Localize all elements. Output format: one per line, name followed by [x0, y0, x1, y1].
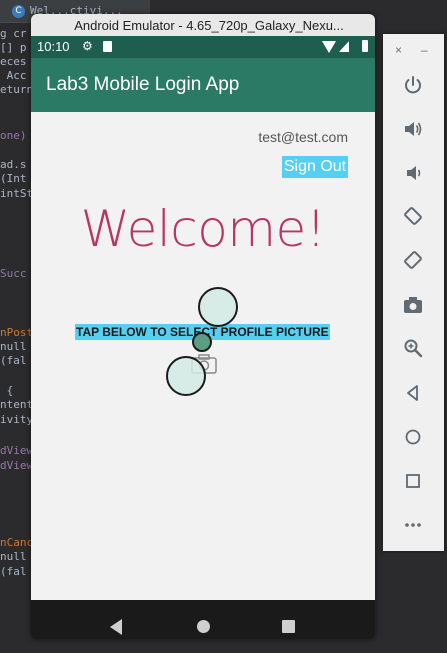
home-icon[interactable] — [401, 425, 425, 449]
signal-icon — [339, 41, 349, 52]
close-icon[interactable]: × — [395, 43, 402, 57]
minimize-icon[interactable]: – — [421, 43, 428, 57]
code-line: dView — [0, 459, 34, 472]
code-line: nPost — [0, 326, 34, 339]
code-line: eces — [0, 55, 27, 68]
code-line: one) — [0, 129, 27, 142]
volume-up-icon[interactable] — [401, 117, 425, 141]
code-line: null — [0, 340, 27, 353]
code-line: { — [0, 384, 14, 397]
emulator-window: Android Emulator - 4.65_720p_Galaxy_Nexu… — [31, 14, 375, 639]
volume-down-icon[interactable] — [401, 161, 425, 185]
screenshot-icon[interactable] — [401, 293, 425, 317]
emulator-title: Android Emulator - 4.65_720p_Galaxy_Nexu… — [74, 18, 344, 33]
wifi-icon — [322, 41, 336, 53]
touch-indicator-center — [192, 332, 212, 352]
code-line: nCanc — [0, 536, 34, 549]
touch-indicator-circle — [166, 356, 206, 396]
code-line: dView — [0, 444, 34, 457]
welcome-heading: Welcome! — [80, 200, 326, 258]
code-line: ivity — [0, 413, 34, 426]
battery-icon — [362, 40, 368, 52]
code-line: intSt — [0, 187, 34, 200]
back-icon[interactable] — [110, 619, 122, 635]
sd-card-icon — [103, 41, 112, 52]
code-line: ad.s — [0, 158, 27, 171]
zoom-icon[interactable] — [401, 336, 425, 360]
more-icon[interactable] — [401, 513, 425, 537]
emulator-titlebar[interactable]: Android Emulator - 4.65_720p_Galaxy_Nexu… — [31, 14, 375, 36]
code-line: ntent — [0, 398, 34, 411]
sign-out-button[interactable]: Sign Out — [282, 156, 348, 178]
code-line: (Int — [0, 172, 27, 185]
power-icon[interactable] — [401, 73, 425, 97]
code-line: null — [0, 550, 27, 563]
rotate-left-icon[interactable] — [401, 204, 425, 228]
status-bar: 10:10 ⚙ — [31, 36, 375, 58]
code-line: g cr — [0, 27, 27, 40]
phone-screen[interactable]: 10:10 ⚙ Lab3 Mobile Login App test@test.… — [31, 36, 375, 600]
code-line: [] p — [0, 41, 27, 54]
overview-icon[interactable] — [401, 469, 425, 493]
class-file-icon: C — [12, 5, 25, 18]
emulator-control-panel: × – — [383, 34, 444, 551]
code-line: (fal — [0, 354, 27, 367]
gear-icon: ⚙ — [82, 39, 93, 53]
app-title: Lab3 Mobile Login App — [46, 74, 240, 95]
status-time: 10:10 — [37, 39, 70, 54]
user-email: test@test.com — [258, 129, 348, 145]
code-line: eturn — [0, 83, 34, 96]
app-bar: Lab3 Mobile Login App — [31, 58, 375, 112]
code-line: Acc — [0, 69, 27, 82]
touch-indicator-circle — [198, 287, 238, 327]
home-icon[interactable] — [197, 620, 210, 633]
rotate-right-icon[interactable] — [401, 248, 425, 272]
back-icon[interactable] — [401, 381, 425, 405]
code-line: Succ — [0, 267, 27, 280]
recents-icon[interactable] — [282, 620, 295, 633]
code-line: (fal — [0, 565, 27, 578]
